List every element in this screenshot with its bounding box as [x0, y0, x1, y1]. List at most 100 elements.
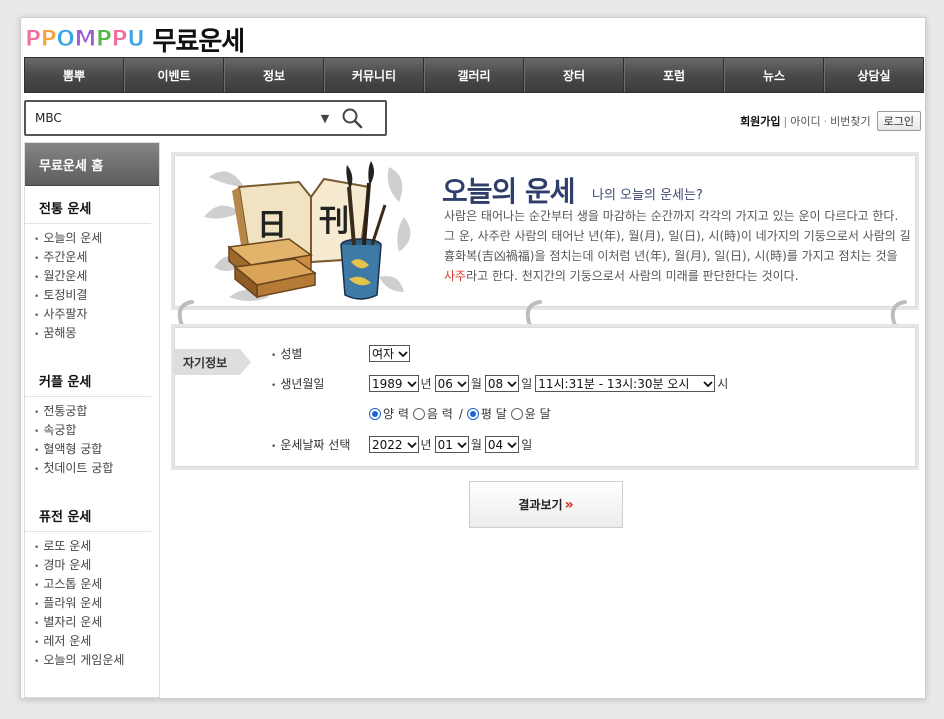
chevron-down-icon	[406, 441, 417, 448]
header: PPOMPPU 무료운세	[25, 22, 246, 57]
search-input[interactable]	[26, 103, 316, 133]
sidebar-item[interactable]: 경마 운세	[34, 556, 159, 575]
banner-title: 오늘의 운세	[442, 175, 576, 208]
sidebar-item[interactable]: 로또 운세	[34, 537, 159, 556]
chevron-down-icon	[457, 441, 467, 448]
nav-item[interactable]: 정보	[224, 58, 324, 92]
logo-letter: P	[111, 26, 128, 52]
sidebar-section-title: 전통 운세	[25, 192, 151, 224]
sidebar-item[interactable]: 전통궁합	[34, 402, 159, 421]
sidebar-item[interactable]: 토정비결	[34, 286, 159, 305]
fortune-banner: 日 刊 오늘의 운세 나의 오늘의 운세는? 사람은 태어나는 순간부터 생을 …	[171, 152, 919, 310]
double-chevron-right-icon: »	[564, 496, 574, 513]
profile-tag: 자기정보	[173, 349, 251, 375]
main-nav: 뽐뿌 이벤트 정보 커뮤니티 갤러리 장터 포럼 뉴스 상담실	[24, 57, 924, 93]
normal-month-label: 평 달	[480, 407, 507, 421]
divider: |	[783, 114, 788, 128]
nav-item[interactable]: 갤러리	[424, 58, 524, 92]
month-unit: 월	[470, 438, 482, 452]
view-result-button[interactable]: 결과보기»	[469, 481, 623, 528]
gender-select[interactable]: 여자	[369, 345, 411, 362]
sidebar-item[interactable]: 속궁합	[34, 421, 159, 440]
gender-row: 성별 여자	[271, 345, 411, 362]
login-button[interactable]: 로그인	[876, 111, 921, 131]
normal-month-radio[interactable]	[466, 407, 479, 420]
chevron-down-icon	[507, 380, 517, 387]
lunar-radio[interactable]	[412, 407, 425, 420]
year-unit: 년	[420, 438, 432, 452]
nav-item[interactable]: 포럼	[624, 58, 724, 92]
time-unit: 시	[717, 377, 729, 391]
sidebar-item[interactable]: 주간운세	[34, 248, 159, 267]
year-unit: 년	[420, 377, 432, 391]
birth-label: 생년월일	[271, 375, 369, 392]
birth-month-select[interactable]: 06	[434, 375, 469, 392]
sidebar-section-title: 커플 운세	[25, 365, 151, 397]
nav-item[interactable]: 이벤트	[124, 58, 224, 92]
sidebar-item[interactable]: 사주팔자	[34, 305, 159, 324]
fortune-year-select[interactable]: 2022	[369, 436, 419, 453]
view-result-label: 결과보기	[518, 498, 563, 512]
page-frame: PPOMPPU 무료운세 뽐뿌이벤트정보커뮤니티갤러리장터포럼뉴스상담실 ▼ 회…	[20, 17, 926, 699]
birth-row: 생년월일 1989 년 06 월 08 일 11시:31분 - 13시:30분 …	[271, 375, 731, 392]
logo-letter: M	[74, 26, 97, 52]
gender-label: 성별	[271, 345, 369, 362]
sidebar-item[interactable]: 월간운세	[34, 267, 159, 286]
join-link[interactable]: 회원가입	[740, 113, 780, 129]
sidebar-item[interactable]: 첫데이트 궁합	[34, 459, 159, 478]
nav-item[interactable]: 뽐뿌	[25, 58, 124, 92]
leap-month-radio[interactable]	[510, 407, 523, 420]
chevron-down-icon	[398, 350, 408, 357]
birth-year-select[interactable]: 1989	[369, 375, 419, 392]
find-password-link[interactable]: 비번찾기	[830, 113, 870, 129]
triangle-down-icon[interactable]: ▼	[316, 112, 334, 125]
logo-letter: P	[25, 26, 42, 52]
solar-label: 양 력	[383, 407, 409, 421]
sidebar-item[interactable]: 오늘의 운세	[34, 229, 159, 248]
sidebar: 무료운세 홈 전통 운세오늘의 운세주간운세월간운세토정비결사주팔자꿈해몽커플 …	[24, 142, 160, 698]
fortune-date-label: 운세날짜 선택	[271, 436, 369, 453]
sidebar-item[interactable]: 오늘의 게임운세	[34, 651, 159, 670]
chevron-down-icon	[507, 441, 517, 448]
sidebar-item[interactable]: 혈액형 궁합	[34, 440, 159, 459]
magnifier-icon[interactable]	[334, 103, 370, 133]
nav-item[interactable]: 커뮤니티	[324, 58, 424, 92]
find-id-link[interactable]: 아이디	[790, 113, 820, 129]
logo-letter: O	[56, 26, 76, 52]
sidebar-item[interactable]: 고스톱 운세	[34, 575, 159, 594]
lunar-label: 음 력	[426, 407, 453, 421]
nav-item[interactable]: 장터	[524, 58, 624, 92]
fortune-day-select[interactable]: 04	[484, 436, 520, 453]
nav-item[interactable]: 뉴스	[724, 58, 824, 92]
slash-divider: /	[458, 406, 463, 421]
search-box: ▼	[24, 100, 387, 136]
sidebar-home[interactable]: 무료운세 홈	[25, 143, 159, 186]
day-unit: 일	[521, 377, 533, 391]
nav-item[interactable]: 상담실	[824, 58, 923, 92]
site-title: 무료운세	[152, 26, 245, 57]
month-unit: 월	[470, 377, 482, 391]
sidebar-item[interactable]: 플라워 운세	[34, 594, 159, 613]
calendar-row: 양 력 음 력 / 평 달 윤 달	[369, 405, 555, 422]
day-unit: 일	[521, 438, 533, 452]
sidebar-item[interactable]: 레저 운세	[34, 632, 159, 651]
logo-letter: P	[95, 26, 112, 52]
saju-highlight: 사주	[444, 269, 467, 283]
book-character-1: 日	[257, 208, 287, 243]
sidebar-item[interactable]: 별자리 운세	[34, 613, 159, 632]
birth-time-select[interactable]: 11시:31분 - 13시:30분 오시	[535, 375, 716, 392]
chevron-down-icon	[406, 380, 417, 387]
banner-description: 사람은 태어나는 순간부터 생을 마감하는 순간까지 각각의 가지고 있는 운이…	[444, 209, 911, 283]
ppomppu-logo[interactable]: PPOMPPU	[25, 26, 146, 52]
birth-day-select[interactable]: 08	[484, 375, 520, 392]
solar-radio[interactable]	[369, 407, 381, 420]
sidebar-item[interactable]: 꿈해몽	[34, 324, 159, 343]
dot-separator: ·	[823, 114, 828, 128]
banner-subtitle: 나의 오늘의 운세는?	[592, 188, 703, 203]
fortune-month-select[interactable]: 01	[434, 436, 469, 453]
fortune-date-row: 운세날짜 선택 2022 년 01 월 04 일	[271, 436, 535, 453]
sidebar-section-title: 퓨전 운세	[25, 500, 151, 532]
logo-letter: U	[127, 26, 146, 52]
chevron-down-icon	[457, 380, 467, 387]
book-brush-illustration: 日 刊	[204, 161, 411, 301]
